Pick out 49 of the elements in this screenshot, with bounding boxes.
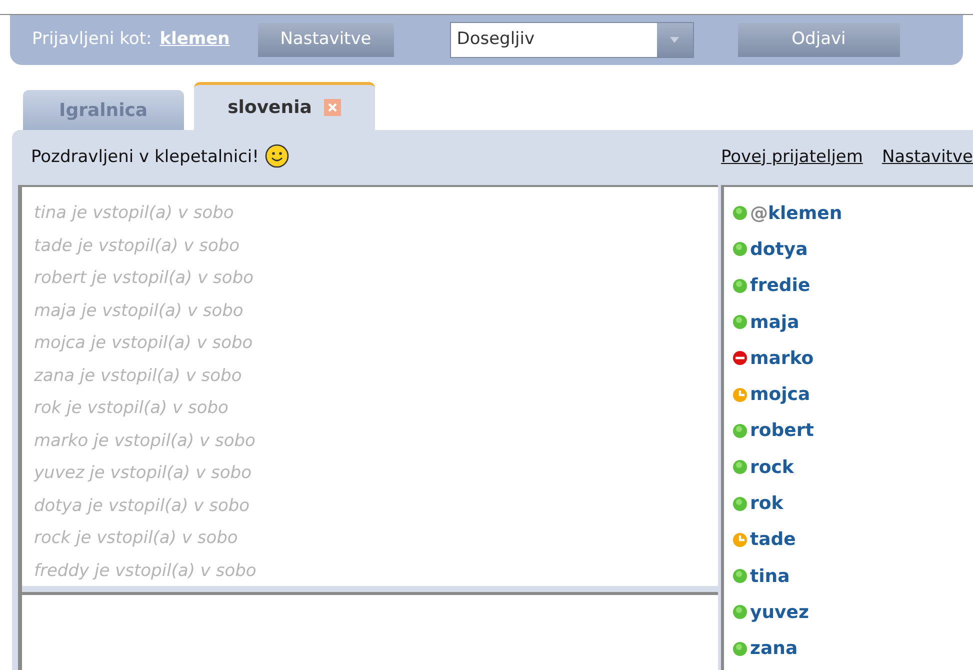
user-item[interactable]: mojca: [732, 376, 973, 413]
system-message: maja je vstopil(a) v sobo: [34, 300, 244, 322]
dropdown-caret-icon: [670, 37, 680, 43]
status-value: Dosegljiv: [456, 28, 536, 52]
user-item[interactable]: marko: [732, 340, 973, 376]
system-message: dotya je vstopil(a) v sobo: [34, 494, 251, 518]
system-message: freddy je vstopil(a) v sobo: [34, 560, 258, 582]
user-item[interactable]: dotya: [732, 231, 973, 268]
online-status-icon: [732, 496, 748, 512]
system-message: yuvez je vstopil(a) v sobo: [34, 462, 252, 485]
close-icon[interactable]: [324, 99, 341, 116]
user-item[interactable]: @klemen: [732, 195, 973, 232]
logged-in-label: Prijavljeni kot:: [32, 28, 152, 52]
smiley-icon: [264, 144, 289, 168]
online-status-icon: [732, 241, 748, 258]
system-message: rok je vstopil(a) v sobo: [34, 397, 230, 420]
user-item[interactable]: zana: [732, 630, 973, 667]
user-item[interactable]: maja: [732, 304, 973, 340]
blocked-status-icon: [732, 350, 748, 366]
room-tab[interactable]: slovenia: [194, 82, 375, 130]
system-message: rock je vstopil(a) v sobo: [34, 527, 239, 550]
online-status-icon: [732, 459, 748, 476]
message-input[interactable]: [22, 592, 718, 670]
user-item[interactable]: fredie: [732, 268, 973, 304]
online-status-icon: [732, 422, 748, 439]
system-message: marko je vstopil(a) v sobo: [34, 430, 256, 452]
clock-status-icon: [732, 532, 748, 548]
online-status-icon: [732, 314, 748, 330]
user-item[interactable]: rock: [732, 449, 973, 486]
online-status-icon: [732, 278, 748, 294]
user-item[interactable]: rok: [732, 485, 973, 522]
user-item[interactable]: tina: [732, 558, 973, 594]
status-select[interactable]: Dosegljiv: [450, 22, 694, 58]
system-message: tina je vstopil(a) v sobo: [34, 202, 235, 225]
user-item[interactable]: robert: [732, 412, 973, 450]
clock-status-icon: [732, 386, 748, 403]
user-item[interactable]: yuvez: [732, 594, 973, 631]
header-link[interactable]: Povej prijateljem: [721, 144, 863, 170]
system-message: robert je vstopil(a) v sobo: [34, 267, 255, 290]
online-status-icon: [732, 568, 748, 584]
online-status-icon: [732, 604, 748, 620]
online-status-icon: [732, 205, 748, 222]
welcome-text: Pozdravljeni v klepetalnici!: [31, 146, 259, 169]
online-status-icon: [732, 640, 748, 657]
header-link[interactable]: Nastavitve: [882, 144, 973, 170]
user-item[interactable]: tade: [732, 522, 973, 558]
system-message: zana je vstopil(a) v sobo: [34, 364, 243, 388]
system-message: tade je vstopil(a) v sobo: [34, 234, 241, 258]
system-message: mojca je vstopil(a) v sobo: [34, 332, 254, 355]
